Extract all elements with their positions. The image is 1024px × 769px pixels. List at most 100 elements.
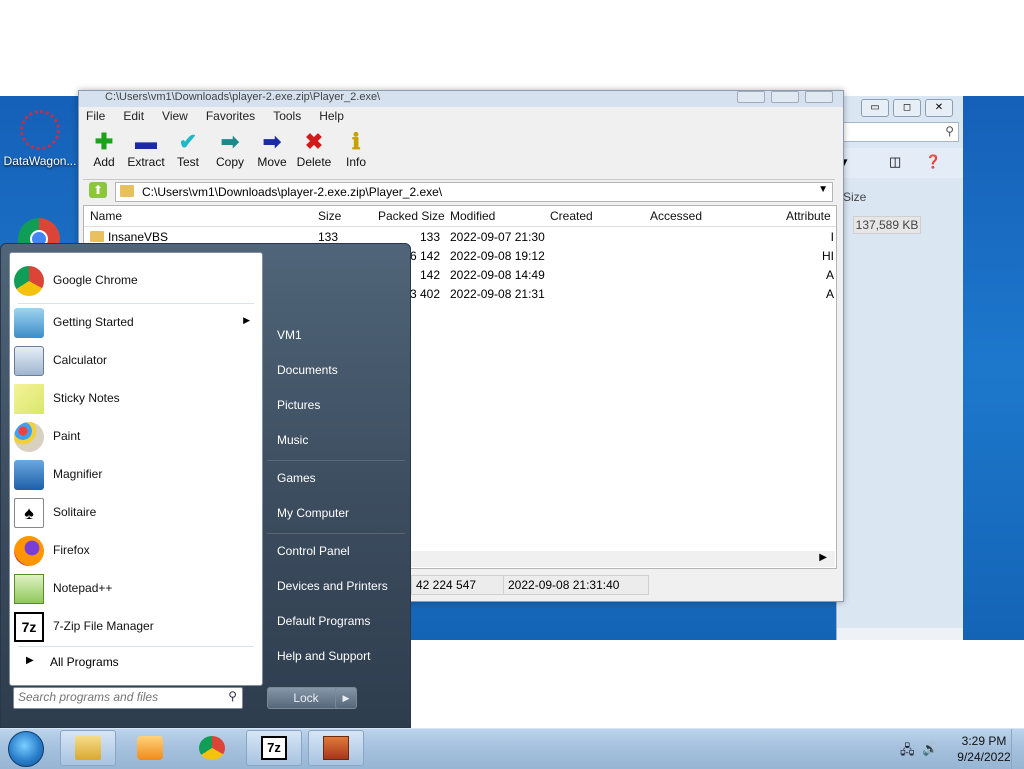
- lock-button[interactable]: Lock: [267, 687, 345, 709]
- menu-help[interactable]: Help: [316, 107, 347, 127]
- extract-button[interactable]: ▬ Extract: [125, 129, 167, 175]
- up-folder-button[interactable]: ⬆: [89, 182, 107, 198]
- background-explorer-window[interactable]: ▭ ◻ ✕ ⚲ ▾ ◫ ❓ Size 137,589 KB: [836, 96, 963, 640]
- minimize-button[interactable]: [737, 91, 765, 103]
- column-modified[interactable]: Modified: [450, 209, 495, 223]
- program-sticky-notes[interactable]: Sticky Notes: [10, 381, 262, 417]
- minimize-button[interactable]: ▭: [861, 99, 889, 117]
- program-7zip[interactable]: 7z 7-Zip File Manager: [10, 609, 262, 645]
- place-music[interactable]: Music: [267, 427, 407, 453]
- column-header-size[interactable]: Size: [843, 190, 866, 204]
- network-icon[interactable]: 🖧: [900, 741, 915, 763]
- test-button[interactable]: ✔ Test: [167, 129, 209, 175]
- menu-view[interactable]: View: [159, 107, 191, 127]
- chevron-down-icon[interactable]: ▼: [818, 184, 828, 195]
- taskbar-media-player[interactable]: [122, 730, 178, 766]
- menu-favorites[interactable]: Favorites: [203, 107, 258, 127]
- program-getting-started[interactable]: Getting Started ▶: [10, 305, 262, 341]
- folder-icon: [120, 185, 134, 197]
- place-control-panel[interactable]: Control Panel: [267, 538, 407, 564]
- preview-pane-icon[interactable]: ◫: [889, 154, 901, 170]
- cell-attribute: I: [830, 230, 834, 244]
- submenu-arrow-icon: ▶: [243, 315, 250, 325]
- address-field[interactable]: C:\Users\vm1\Downloads\player-2.exe.zip\…: [115, 182, 833, 202]
- place-default-programs[interactable]: Default Programs: [267, 608, 407, 634]
- close-button[interactable]: ✕: [925, 99, 953, 117]
- place-label: My Computer: [277, 506, 350, 520]
- program-notepadpp[interactable]: Notepad++: [10, 571, 262, 607]
- taskbar-installer[interactable]: [308, 730, 364, 766]
- column-packed-size[interactable]: Packed Size: [378, 209, 445, 223]
- all-programs-button[interactable]: ▶ All Programs: [18, 653, 254, 673]
- show-desktop-button[interactable]: [1011, 729, 1024, 769]
- place-games[interactable]: Games: [267, 465, 407, 491]
- magnifier-icon: [14, 460, 44, 490]
- program-magnifier[interactable]: Magnifier: [10, 457, 262, 493]
- menu-edit[interactable]: Edit: [120, 107, 147, 127]
- program-paint[interactable]: Paint: [10, 419, 262, 455]
- media-player-icon: [137, 736, 163, 760]
- paint-icon: [14, 422, 44, 452]
- cell-modified: 2022-09-07 21:30: [450, 230, 545, 244]
- maximize-button[interactable]: ◻: [893, 99, 921, 117]
- info-icon: ℹ: [351, 129, 361, 154]
- chrome-icon: [14, 266, 44, 296]
- volume-icon[interactable]: 🔊: [922, 741, 938, 757]
- place-label: Games: [277, 471, 316, 485]
- program-calculator[interactable]: Calculator: [10, 343, 262, 379]
- cell-attribute: A: [825, 287, 834, 301]
- column-name[interactable]: Name: [90, 209, 122, 223]
- start-button[interactable]: [8, 731, 44, 767]
- program-label: Magnifier: [53, 467, 103, 481]
- start-search-box[interactable]: ⚲: [13, 687, 243, 709]
- place-pictures[interactable]: Pictures: [267, 392, 407, 418]
- place-user[interactable]: VM1: [267, 322, 407, 348]
- column-attribute[interactable]: Attribute: [786, 209, 831, 223]
- add-label: Add: [93, 155, 115, 169]
- shutdown-options-arrow[interactable]: ▶: [335, 687, 357, 709]
- clock[interactable]: 3:29 PM 9/24/2022: [948, 733, 1020, 765]
- delete-button[interactable]: ✖ Delete: [293, 129, 335, 175]
- place-label: Help and Support: [277, 649, 371, 663]
- column-size[interactable]: Size: [318, 209, 341, 223]
- address-bar: ⬆ C:\Users\vm1\Downloads\player-2.exe.zi…: [83, 179, 835, 202]
- scroll-right-icon[interactable]: ▶: [819, 552, 827, 563]
- status-total-size: 42 224 547: [411, 575, 505, 595]
- place-devices-printers[interactable]: Devices and Printers: [267, 573, 407, 599]
- taskbar-file-explorer[interactable]: [60, 730, 116, 766]
- column-created[interactable]: Created: [550, 209, 593, 223]
- status-modified: 2022-09-08 21:31:40: [503, 575, 649, 595]
- menu-file[interactable]: File: [83, 107, 108, 127]
- program-solitaire[interactable]: ♠ Solitaire: [10, 495, 262, 531]
- menu-tools[interactable]: Tools: [270, 107, 304, 127]
- close-button[interactable]: [805, 91, 833, 103]
- clock-time: 3:29 PM: [961, 734, 1007, 748]
- place-documents[interactable]: Documents: [267, 357, 407, 383]
- place-help-support[interactable]: Help and Support: [267, 643, 407, 669]
- copy-button[interactable]: ➡ Copy: [209, 129, 251, 175]
- cell-packed: 133: [419, 230, 440, 244]
- window-titlebar[interactable]: C:\Users\vm1\Downloads\player-2.exe.zip\…: [79, 91, 843, 107]
- place-my-computer[interactable]: My Computer: [267, 500, 407, 526]
- explorer-search-box[interactable]: ⚲: [843, 122, 959, 142]
- program-firefox[interactable]: Firefox: [10, 533, 262, 569]
- desktop-icon-datawagon[interactable]: DataWagon...: [2, 110, 78, 168]
- cell-name: InsaneVBS: [108, 230, 169, 244]
- add-button[interactable]: ✚ Add: [83, 129, 125, 175]
- taskbar: 7z 🖧 🔊 3:29 PM 9/24/2022: [0, 728, 1024, 769]
- chevron-right-icon: ▶: [26, 655, 34, 666]
- search-input[interactable]: [18, 689, 214, 705]
- taskbar-chrome[interactable]: [184, 730, 240, 766]
- list-header: Name Size Packed Size Modified Created A…: [84, 206, 836, 227]
- column-accessed[interactable]: Accessed: [650, 209, 702, 223]
- info-button[interactable]: ℹ Info: [335, 129, 377, 175]
- help-icon[interactable]: ❓: [925, 154, 941, 170]
- program-google-chrome[interactable]: Google Chrome: [10, 263, 262, 299]
- place-label: Default Programs: [277, 614, 371, 628]
- delete-label: Delete: [296, 155, 332, 169]
- move-button[interactable]: ➡ Move: [251, 129, 293, 175]
- check-icon: ✔: [178, 129, 198, 154]
- minus-icon: ▬: [135, 129, 157, 154]
- maximize-button[interactable]: [771, 91, 799, 103]
- taskbar-7zip[interactable]: 7z: [246, 730, 302, 766]
